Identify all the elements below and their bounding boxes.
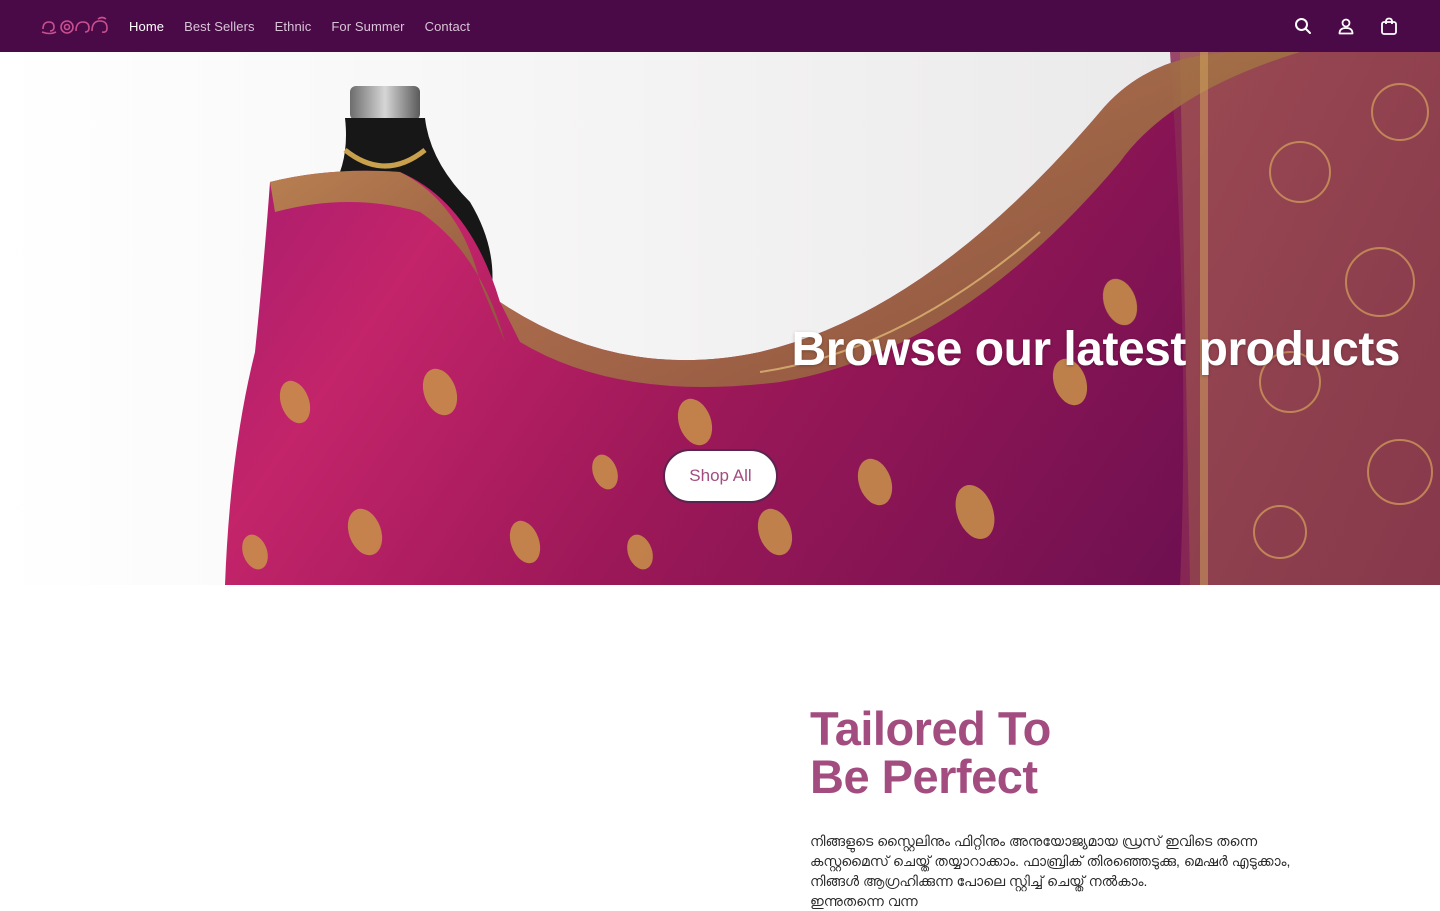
description-line: ഇന്നുതന്നെ വന്ന — [810, 893, 918, 909]
nav-home[interactable]: Home — [129, 19, 164, 34]
description-line: നിങ്ങൾ ആഗ്രഹിക്കുന്ന പോലെ സ്റ്റിച്ച് ചെയ… — [810, 873, 1148, 889]
main-nav: Home Best Sellers Ethnic For Summer Cont… — [129, 19, 490, 34]
header-icons — [1271, 15, 1400, 37]
shop-all-button[interactable]: Shop All — [663, 449, 778, 503]
cart-icon[interactable] — [1378, 15, 1400, 37]
nav-contact[interactable]: Contact — [425, 19, 471, 34]
nav-ethnic[interactable]: Ethnic — [275, 19, 312, 34]
hero-title: Browse our latest products — [791, 323, 1401, 376]
section-description: നിങ്ങളുടെ സ്റ്റൈലിനും ഫിറ്റിനും അനുയോജ്യ… — [810, 831, 1300, 911]
section-title-line2: Be Perfect — [810, 750, 1038, 803]
description-line: നിങ്ങളുടെ സ്റ്റൈലിനും ഫിറ്റിനും അനുയോജ്യ… — [810, 833, 1258, 849]
description-line: കസ്റ്റമൈസ് ചെയ്ത് തയ്യാറാക്കാം. ഫാബ്രിക്… — [810, 853, 1291, 869]
nav-best-sellers[interactable]: Best Sellers — [184, 19, 255, 34]
hero-image — [0, 52, 1440, 585]
brand-logo[interactable] — [40, 13, 110, 39]
nav-for-summer[interactable]: For Summer — [331, 19, 404, 34]
site-header: Home Best Sellers Ethnic For Summer Cont… — [0, 0, 1440, 52]
hero-banner: Browse our latest products Shop All — [0, 52, 1440, 585]
section-title-line1: Tailored To — [810, 702, 1051, 755]
search-icon[interactable] — [1292, 15, 1314, 37]
tailored-section: Tailored To Be Perfect നിങ്ങളുടെ സ്റ്റൈല… — [0, 585, 1440, 909]
section-title: Tailored To Be Perfect — [810, 705, 1051, 801]
account-icon[interactable] — [1335, 15, 1357, 37]
